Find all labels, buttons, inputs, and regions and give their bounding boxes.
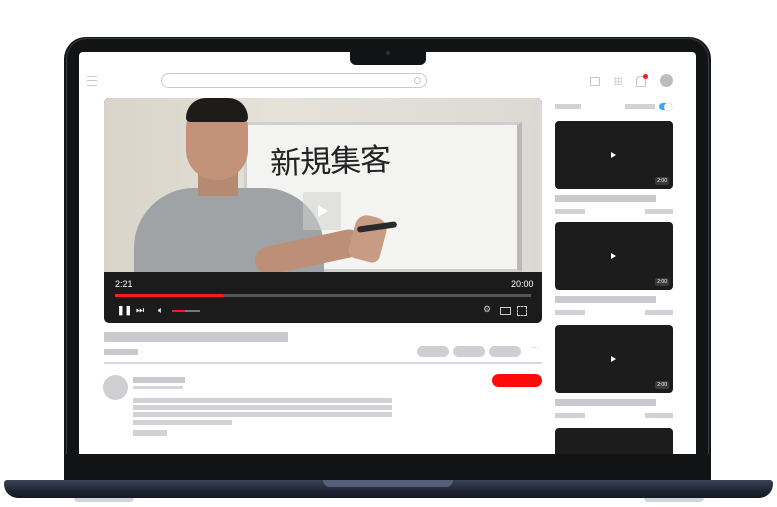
miniplayer-icon[interactable]	[500, 307, 511, 315]
sidebar-video-thumbnail[interactable]: 2:00	[555, 325, 673, 393]
settings-icon[interactable]: ⚙	[483, 304, 491, 314]
show-more-placeholder[interactable]	[133, 430, 167, 436]
autoplay-toggle[interactable]	[659, 102, 672, 111]
divider	[104, 362, 542, 364]
camera-notch	[350, 44, 426, 65]
presenter-hair	[186, 98, 248, 122]
trackpad-notch	[323, 480, 453, 487]
notification-dot	[643, 74, 648, 79]
account-avatar[interactable]	[660, 74, 673, 87]
sidebar-meta-placeholder	[645, 310, 673, 315]
sidebar-meta-placeholder	[645, 413, 673, 418]
total-time: 20:00	[511, 279, 534, 289]
video-player[interactable]: 新規集客 2:21 20:00 ❚❚ ⏭ 🔈︎ ⚙	[104, 98, 542, 323]
current-time: 2:21	[115, 279, 133, 289]
play-icon	[611, 356, 616, 362]
laptop-screen: 新規集客 2:21 20:00 ❚❚ ⏭ 🔈︎ ⚙ ⋯ 2:00 2:00 2:…	[79, 52, 696, 454]
channel-subs-placeholder	[133, 386, 183, 389]
progress-bar[interactable]	[115, 294, 531, 297]
description-line	[133, 398, 392, 403]
video-frame[interactable]: 新規集客	[104, 98, 542, 272]
description-line	[133, 420, 232, 425]
sidebar-meta-placeholder	[555, 209, 585, 214]
volume-icon[interactable]: 🔈︎	[158, 305, 163, 315]
camera-icon[interactable]	[590, 77, 600, 86]
menu-icon[interactable]	[87, 76, 97, 86]
sidebar-meta-placeholder	[645, 209, 673, 214]
sidebar-title-placeholder[interactable]	[555, 195, 656, 202]
progress-fill	[115, 294, 224, 297]
whiteboard-text: 新規集客	[269, 141, 391, 183]
sidebar-video-thumbnail[interactable]: 2:00	[555, 121, 673, 189]
fullscreen-icon[interactable]	[517, 306, 527, 316]
description-line	[133, 405, 392, 410]
laptop-chin	[64, 454, 711, 480]
autoplay-label-placeholder	[625, 104, 655, 109]
sidebar-video-thumbnail[interactable]	[555, 428, 673, 454]
volume-slider[interactable]	[172, 310, 200, 312]
share-button[interactable]	[453, 346, 485, 357]
volume-fill	[172, 310, 185, 312]
play-icon	[611, 253, 616, 259]
sidebar-meta-placeholder	[555, 413, 585, 418]
channel-avatar[interactable]	[103, 375, 128, 400]
laptop-foot	[74, 498, 134, 502]
sidebar-meta-placeholder	[555, 310, 585, 315]
laptop-foot	[644, 498, 704, 502]
pause-icon[interactable]: ❚❚	[117, 305, 132, 315]
apps-icon[interactable]	[614, 77, 622, 85]
subscribe-button[interactable]	[492, 374, 542, 387]
video-duration: 2:00	[655, 278, 669, 286]
more-icon[interactable]: ⋯	[531, 342, 540, 353]
bell-icon[interactable]	[636, 74, 648, 87]
video-title-placeholder	[104, 332, 288, 342]
webcam	[386, 51, 390, 55]
sidebar-title-placeholder[interactable]	[555, 399, 656, 406]
video-duration: 2:00	[655, 381, 669, 389]
next-icon[interactable]: ⏭	[136, 305, 144, 315]
video-duration: 2:00	[655, 177, 669, 185]
play-icon	[611, 152, 616, 158]
channel-name-placeholder	[133, 377, 185, 383]
video-meta-placeholder	[104, 349, 138, 355]
save-button[interactable]	[489, 346, 521, 357]
sidebar-video-thumbnail[interactable]: 2:00	[555, 222, 673, 290]
search-icon[interactable]	[414, 77, 421, 84]
search-input[interactable]	[161, 73, 427, 88]
play-icon[interactable]	[303, 192, 341, 230]
sidebar-heading-placeholder	[555, 104, 581, 109]
sidebar-title-placeholder[interactable]	[555, 296, 656, 303]
laptop-base	[4, 480, 773, 498]
description-line	[133, 412, 392, 417]
like-button[interactable]	[417, 346, 449, 357]
